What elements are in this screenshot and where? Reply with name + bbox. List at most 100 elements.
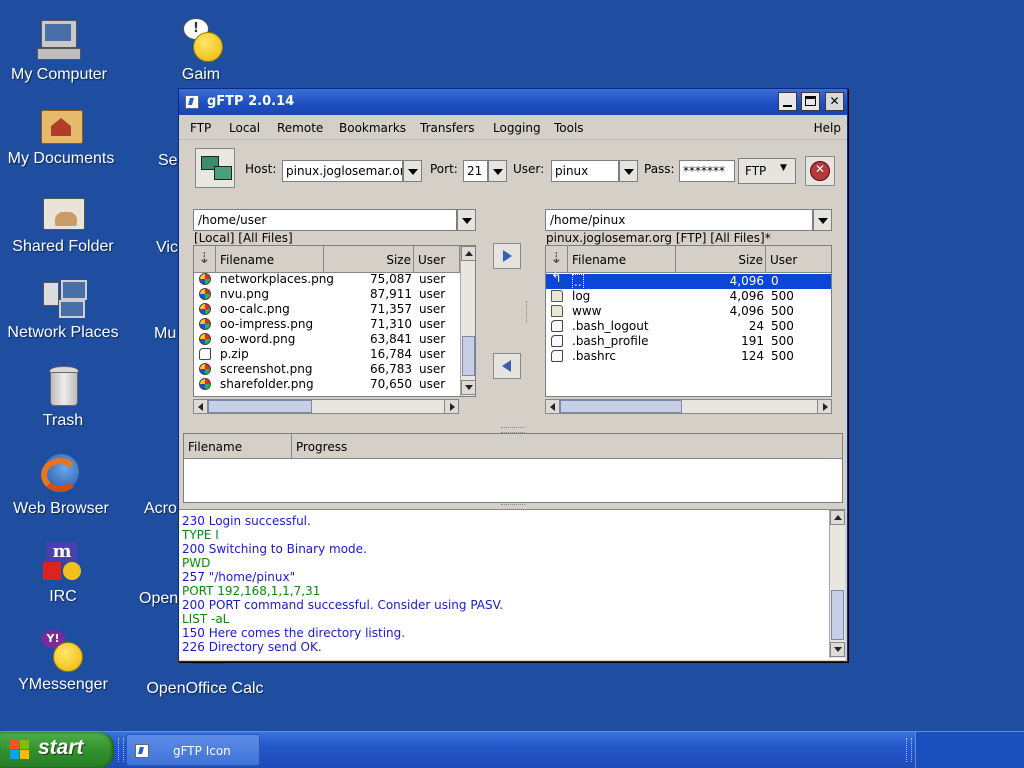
password-input[interactable]: ******* xyxy=(679,160,735,182)
menu-help[interactable]: Help xyxy=(814,121,841,135)
desktop-icon-irc[interactable]: m IRC xyxy=(0,540,128,606)
close-button[interactable]: ✕ xyxy=(825,92,844,111)
desktop-icon-label: Gaim xyxy=(181,66,221,83)
file-name: log xyxy=(572,289,591,303)
column-header-filename[interactable]: Filename xyxy=(216,246,324,272)
file-row[interactable]: .bash_profile 191 500 xyxy=(546,334,831,349)
desktop-icon-trash[interactable]: Trash xyxy=(0,364,128,430)
scroll-thumb[interactable] xyxy=(831,590,844,640)
user-dropdown-button[interactable] xyxy=(619,160,638,182)
scroll-up-button[interactable] xyxy=(830,510,845,525)
port-dropdown-button[interactable] xyxy=(488,160,507,182)
pane-divider-grip[interactable] xyxy=(526,301,531,323)
file-size: 124 xyxy=(741,349,764,363)
column-header-progress[interactable]: Progress xyxy=(292,434,842,458)
file-row[interactable]: oo-word.png 63,841 user xyxy=(194,332,458,347)
desktop-icon-my-documents[interactable]: My Documents xyxy=(0,102,126,168)
local-vertical-scrollbar[interactable] xyxy=(460,246,475,396)
file-row[interactable]: networkplaces.png 75,087 user xyxy=(194,272,458,287)
file-row[interactable]: .bashrc 124 500 xyxy=(546,349,831,364)
log-line: PORT 192,168,1,1,7,31 xyxy=(182,584,321,598)
file-row[interactable]: nvu.png 87,911 user xyxy=(194,287,458,302)
scroll-thumb[interactable] xyxy=(208,400,312,413)
file-row[interactable]: sharefolder.png 70,650 user xyxy=(194,377,458,392)
connect-button[interactable] xyxy=(195,148,235,188)
menu-transfers[interactable]: Transfers xyxy=(420,121,475,135)
column-header-filename[interactable]: Filename xyxy=(184,434,292,458)
column-header-user[interactable]: User xyxy=(766,246,831,272)
scroll-left-button[interactable] xyxy=(193,399,208,414)
local-horizontal-scrollbar[interactable] xyxy=(193,399,459,414)
upload-button[interactable] xyxy=(493,243,521,269)
list-header: Filename Size User xyxy=(546,246,831,273)
log-vertical-scrollbar[interactable] xyxy=(829,510,845,658)
disconnect-button[interactable] xyxy=(805,156,835,186)
remote-horizontal-scrollbar[interactable] xyxy=(545,399,832,414)
desktop-icon-my-computer[interactable]: My Computer xyxy=(0,18,124,84)
host-dropdown-button[interactable] xyxy=(403,160,422,182)
port-input[interactable]: 21 xyxy=(463,160,488,182)
log-panel[interactable]: 230 Login successful. TYPE I 200 Switching… xyxy=(179,509,845,660)
protocol-select[interactable]: FTP ▼ xyxy=(738,158,796,184)
scroll-down-button[interactable] xyxy=(830,642,845,657)
user-input[interactable]: pinux xyxy=(551,160,619,182)
documents-folder-icon xyxy=(39,102,83,146)
scroll-right-button[interactable] xyxy=(444,399,459,414)
desktop-icon-label-partial: Mu xyxy=(154,325,177,342)
file-row[interactable]: p.zip 16,784 user xyxy=(194,347,458,362)
desktop-icon-shared-folder[interactable]: Shared Folder xyxy=(0,190,128,256)
maximize-button[interactable] xyxy=(801,92,820,111)
desktop-icon-gaim[interactable]: ! Gaim xyxy=(136,18,266,84)
menu-remote[interactable]: Remote xyxy=(277,121,323,135)
desktop-icon-web-browser[interactable]: Web Browser xyxy=(0,452,126,518)
remote-path-input[interactable]: /home/pinux xyxy=(545,209,813,231)
minimize-button[interactable] xyxy=(778,92,797,111)
desktop-icon-network-places[interactable]: Network Places xyxy=(0,276,128,342)
menu-logging[interactable]: Logging xyxy=(493,121,541,135)
file-row[interactable]: log 4,096 500 xyxy=(546,289,831,304)
scroll-thumb[interactable] xyxy=(560,400,682,413)
file-size: 4,096 xyxy=(729,304,764,318)
column-header-user[interactable]: User xyxy=(414,246,460,272)
scroll-left-button[interactable] xyxy=(545,399,560,414)
scroll-up-button[interactable] xyxy=(461,246,475,261)
scroll-right-button[interactable] xyxy=(817,399,832,414)
menu-ftp[interactable]: FTP xyxy=(190,121,211,135)
remote-pane-info: pinux.joglosemar.org [FTP] [All Files]* xyxy=(546,231,771,245)
sort-button[interactable] xyxy=(194,246,216,272)
file-user: 500 xyxy=(771,304,794,318)
port-label: Port: xyxy=(430,162,458,176)
log-line: PWD xyxy=(182,556,211,570)
file-row[interactable]: oo-calc.png 71,357 user xyxy=(194,302,458,317)
sort-button[interactable] xyxy=(546,246,568,272)
file-row[interactable]: .. 4,096 0 xyxy=(546,271,831,290)
download-button[interactable] xyxy=(493,353,521,379)
desktop-icon-label-partial: Vic xyxy=(156,239,178,256)
menu-tools[interactable]: Tools xyxy=(554,121,584,135)
menu-bookmarks[interactable]: Bookmarks xyxy=(339,121,406,135)
local-path-input[interactable]: /home/user xyxy=(193,209,457,231)
local-file-list[interactable]: Filename Size User networkplaces.png 75,0… xyxy=(193,245,476,397)
desktop-icon-ymessenger[interactable]: Y! YMessenger xyxy=(0,628,128,694)
file-name: .bash_logout xyxy=(572,319,649,333)
start-button[interactable]: start xyxy=(0,732,114,768)
taskbar-item-gftp[interactable]: gFTP Icon xyxy=(126,734,260,766)
column-header-size[interactable]: Size xyxy=(676,246,766,272)
scroll-thumb[interactable] xyxy=(462,336,475,376)
menu-local[interactable]: Local xyxy=(229,121,260,135)
remote-file-list[interactable]: Filename Size User ..4,0960log4,096500ww… xyxy=(545,245,832,397)
file-row[interactable]: screenshot.png 66,783 user xyxy=(194,362,458,377)
title-bar[interactable]: gFTP 2.0.14 ✕ xyxy=(179,89,847,115)
host-input[interactable]: pinux.joglosemar.org xyxy=(282,160,403,182)
column-header-size[interactable]: Size xyxy=(324,246,414,272)
column-header-filename[interactable]: Filename xyxy=(568,246,676,272)
scroll-down-button[interactable] xyxy=(461,380,475,395)
local-path-dropdown-button[interactable] xyxy=(457,209,476,231)
file-name: nvu.png xyxy=(220,287,269,301)
file-name: .bash_profile xyxy=(572,334,649,348)
remote-path-dropdown-button[interactable] xyxy=(813,209,832,231)
file-row[interactable]: .bash_logout 24 500 xyxy=(546,319,831,334)
file-row[interactable]: oo-impress.png 71,310 user xyxy=(194,317,458,332)
file-row[interactable]: www 4,096 500 xyxy=(546,304,831,319)
transfer-list[interactable]: Filename Progress xyxy=(183,433,843,503)
